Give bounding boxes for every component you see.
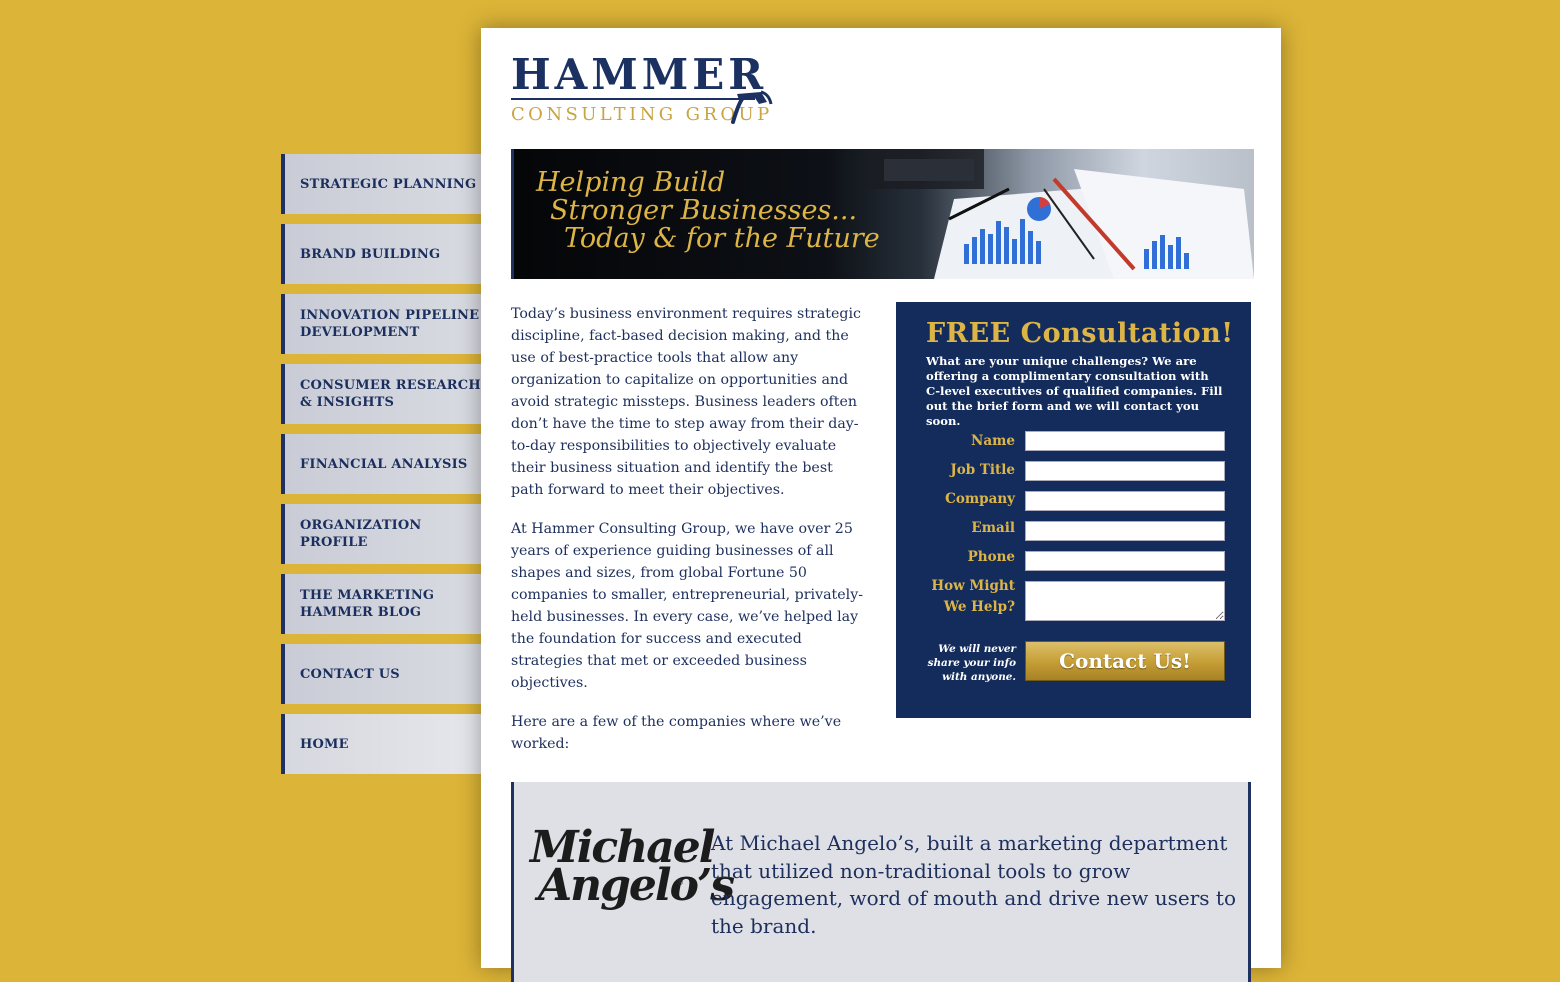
email-label: Email <box>971 520 1015 536</box>
name-field[interactable] <box>1025 431 1225 451</box>
nav-item-label: HOME <box>300 736 349 752</box>
nav-item-label: ORGANIZATION PROFILE <box>300 518 422 550</box>
nav-item-label: STRATEGIC PLANNING <box>300 176 477 192</box>
nav-item-label: CONTACT US <box>300 666 400 682</box>
form-title: FREE Consultation! <box>926 318 1234 349</box>
nav-item-label: FINANCIAL ANALYSIS <box>300 456 468 472</box>
nav-item-consumer-research[interactable]: CONSUMER RESEARCH & INSIGHTS <box>281 364 481 424</box>
intro-copy: Today’s business environment requires st… <box>511 303 863 772</box>
client-logo: Michael Angelo’s ® <box>530 826 735 926</box>
consultation-form: FREE Consultation! What are your unique … <box>896 302 1251 718</box>
company-logo[interactable]: HAMMER CONSULTING GROUP <box>511 52 781 132</box>
hero-banner: Helping Build Stronger Businesses... Tod… <box>511 149 1254 279</box>
tagline-line-1: Helping Build <box>536 167 726 198</box>
nav-item-home[interactable]: HOME <box>281 714 481 774</box>
job-title-label: Job Title <box>950 462 1015 478</box>
main-panel: HAMMER CONSULTING GROUP Helping Build St… <box>481 28 1281 982</box>
client-logo-line-2: Angelo’s <box>538 860 735 911</box>
nav-item-marketing-blog[interactable]: THE MARKETING HAMMER BLOG <box>281 574 481 634</box>
tagline-line-2: Stronger Businesses... <box>550 195 858 226</box>
testimonial-quote: At Michael Angelo’s, built a marketing d… <box>711 831 1237 938</box>
job-title-field[interactable] <box>1025 461 1225 481</box>
help-label: How Might We Help? <box>931 578 1015 615</box>
nav-item-label: THE MARKETING HAMMER BLOG <box>300 588 435 620</box>
contact-us-button[interactable]: Contact Us! <box>1025 641 1225 681</box>
intro-paragraph-3: Here are a few of the companies where we… <box>511 714 842 752</box>
nav-item-label: INNOVATION PIPELINE DEVELOPMENT <box>300 308 480 340</box>
name-label: Name <box>971 433 1015 449</box>
logo-rule <box>511 98 755 100</box>
phone-field[interactable] <box>1025 551 1225 571</box>
nav-item-brand-building[interactable]: BRAND BUILDING <box>281 224 481 284</box>
client-testimonial: Michael Angelo’s ® At Michael Angelo’s, … <box>511 782 1251 982</box>
email-field[interactable] <box>1025 521 1225 541</box>
intro-paragraph-1: Today’s business environment requires st… <box>511 306 861 498</box>
intro-paragraph-2: At Hammer Consulting Group, we have over… <box>511 521 863 691</box>
phone-label: Phone <box>967 549 1015 565</box>
nav-item-organization-profile[interactable]: ORGANIZATION PROFILE <box>281 504 481 564</box>
nav-item-contact-us[interactable]: CONTACT US <box>281 644 481 704</box>
sidebar-nav: STRATEGIC PLANNING BRAND BUILDING INNOVA… <box>281 154 481 784</box>
tagline-line-3: Today & for the Future <box>564 223 880 254</box>
privacy-note: We will never share your info with anyon… <box>927 643 1016 683</box>
form-description: What are your unique challenges? We are … <box>926 354 1223 428</box>
company-label: Company <box>945 491 1015 507</box>
business-charts-image <box>864 149 1254 279</box>
registered-mark: ® <box>676 878 684 887</box>
nav-item-innovation-pipeline[interactable]: INNOVATION PIPELINE DEVELOPMENT <box>281 294 481 354</box>
hammer-icon <box>731 90 773 124</box>
company-field[interactable] <box>1025 491 1225 511</box>
nav-item-financial-analysis[interactable]: FINANCIAL ANALYSIS <box>281 434 481 494</box>
help-textarea[interactable] <box>1025 581 1225 621</box>
nav-item-label: BRAND BUILDING <box>300 246 441 262</box>
nav-item-label: CONSUMER RESEARCH & INSIGHTS <box>300 378 481 410</box>
banner-tagline: Helping Build Stronger Businesses... Tod… <box>536 169 880 253</box>
nav-item-strategic-planning[interactable]: STRATEGIC PLANNING <box>281 154 481 214</box>
